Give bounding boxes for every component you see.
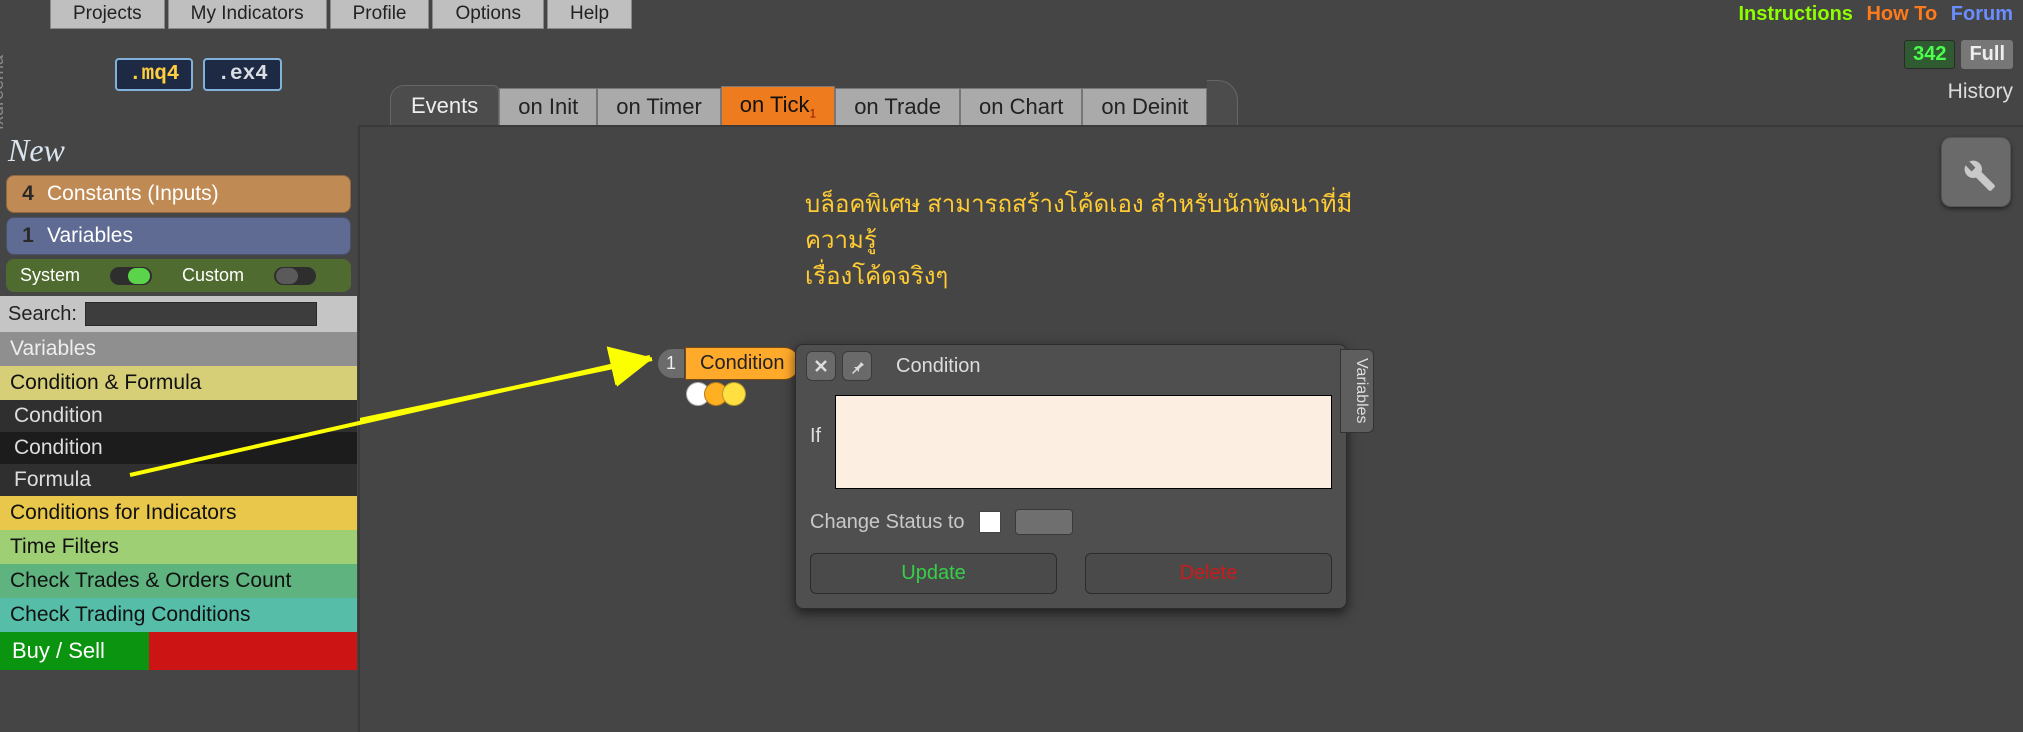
status-badges: 342 Full xyxy=(1904,40,2013,69)
pin-icon xyxy=(849,358,865,374)
system-label: System xyxy=(20,265,80,286)
link-howto[interactable]: How To xyxy=(1866,3,1937,25)
cat-sub-formula[interactable]: Formula xyxy=(0,464,357,496)
link-forum[interactable]: Forum xyxy=(1951,3,2013,25)
if-code-input[interactable] xyxy=(835,395,1332,489)
system-custom-row: System Custom xyxy=(6,259,351,292)
node-label: Condition xyxy=(685,347,800,380)
top-menu: Projects My Indicators Profile Options H… xyxy=(50,0,635,29)
cat-buy-sell[interactable]: Buy / Sell xyxy=(0,632,357,670)
custom-toggle[interactable] xyxy=(274,267,316,285)
custom-label: Custom xyxy=(182,265,244,286)
if-label: If xyxy=(810,425,821,448)
constants-label: Constants (Inputs) xyxy=(47,182,219,206)
menu-options[interactable]: Options xyxy=(432,0,543,29)
tab-on-tick[interactable]: on Tick1 xyxy=(721,86,835,126)
search-label: Search: xyxy=(8,303,77,326)
panel-pin-button[interactable] xyxy=(842,351,872,381)
variables-label: Variables xyxy=(47,224,133,248)
panel-header: Condition xyxy=(796,345,1346,387)
delete-button[interactable]: Delete xyxy=(1085,553,1332,594)
panel-body: If Change Status to Update Delete xyxy=(796,387,1346,608)
menu-my-indicators[interactable]: My Indicators xyxy=(168,0,327,29)
wrench-icon xyxy=(1954,150,1998,194)
variables-pill[interactable]: 1 Variables xyxy=(6,217,351,255)
panel-variables-tab[interactable]: Variables xyxy=(1340,349,1374,433)
new-label: New xyxy=(0,130,357,171)
tools-button[interactable] xyxy=(1941,137,2011,207)
cat-variables[interactable]: Variables xyxy=(0,332,357,366)
panel-close-button[interactable] xyxy=(806,351,836,381)
tab-badge: 1 xyxy=(810,106,817,120)
update-button[interactable]: Update xyxy=(810,553,1057,594)
cat-condition-formula[interactable]: Condition & Formula xyxy=(0,366,357,400)
menu-help[interactable]: Help xyxy=(547,0,632,29)
cat-check-trades[interactable]: Check Trades & Orders Count xyxy=(0,564,357,598)
search-input[interactable] xyxy=(85,302,317,326)
canvas-area[interactable]: บล็อคพิเศษ สามารถสร้างโค้ดเอง สำหรับนักพ… xyxy=(358,125,2023,732)
variables-count: 1 xyxy=(19,224,37,248)
left-sidebar: New 4 Constants (Inputs) 1 Variables Sys… xyxy=(0,130,357,670)
constants-count: 4 xyxy=(19,182,37,206)
menu-profile[interactable]: Profile xyxy=(330,0,430,29)
cat-check-trading[interactable]: Check Trading Conditions xyxy=(0,598,357,632)
top-bar: Projects My Indicators Profile Options H… xyxy=(0,0,2023,30)
search-row: Search: xyxy=(0,296,357,332)
mq4-button[interactable]: .mq4 xyxy=(115,58,193,91)
buy-label: Buy / Sell xyxy=(0,632,149,670)
brand-text: fxdreema xyxy=(0,55,8,130)
cat-time-filters[interactable]: Time Filters xyxy=(0,530,357,564)
condition-node[interactable]: 1 Condition xyxy=(657,347,800,380)
tab-on-trade[interactable]: on Trade xyxy=(835,88,960,126)
status-row: Change Status to xyxy=(810,509,1332,535)
status-checkbox[interactable] xyxy=(979,511,1001,533)
history-link[interactable]: History xyxy=(1948,80,2013,104)
ex4-button[interactable]: .ex4 xyxy=(203,58,281,91)
node-connectors[interactable] xyxy=(692,382,746,406)
events-tab-main[interactable]: Events xyxy=(390,85,499,126)
count-badge: 342 xyxy=(1904,40,1955,69)
node-number: 1 xyxy=(657,348,685,379)
cat-conditions-indicators[interactable]: Conditions for Indicators xyxy=(0,496,357,530)
sell-half xyxy=(149,632,357,670)
tab-end-cap xyxy=(1207,80,1238,126)
status-label: Change Status to xyxy=(810,511,965,534)
cat-sub-condition-2[interactable]: Condition xyxy=(0,432,357,464)
event-tabs: Events on Init on Timer on Tick1 on Trad… xyxy=(390,80,1238,126)
tab-on-init[interactable]: on Init xyxy=(499,88,597,126)
menu-projects[interactable]: Projects xyxy=(50,0,165,29)
condition-panel: Variables Condition If Change Status to … xyxy=(795,344,1347,609)
thai-caption: บล็อคพิเศษ สามารถสร้างโค้ดเอง สำหรับนักพ… xyxy=(805,187,1405,295)
top-links: Instructions How To Forum xyxy=(1730,3,2013,26)
constants-pill[interactable]: 4 Constants (Inputs) xyxy=(6,175,351,213)
full-badge[interactable]: Full xyxy=(1961,40,2013,69)
close-icon xyxy=(813,358,829,374)
tab-on-deinit[interactable]: on Deinit xyxy=(1082,88,1207,126)
file-buttons: .mq4 .ex4 xyxy=(115,58,282,91)
tab-on-chart[interactable]: on Chart xyxy=(960,88,1082,126)
system-toggle[interactable] xyxy=(110,267,152,285)
cat-sub-condition-1[interactable]: Condition xyxy=(0,400,357,432)
panel-title: Condition xyxy=(896,355,981,378)
status-value-box[interactable] xyxy=(1015,509,1073,535)
connector-dot[interactable] xyxy=(722,382,746,406)
link-instructions[interactable]: Instructions xyxy=(1738,3,1852,25)
tab-on-timer[interactable]: on Timer xyxy=(597,88,721,126)
